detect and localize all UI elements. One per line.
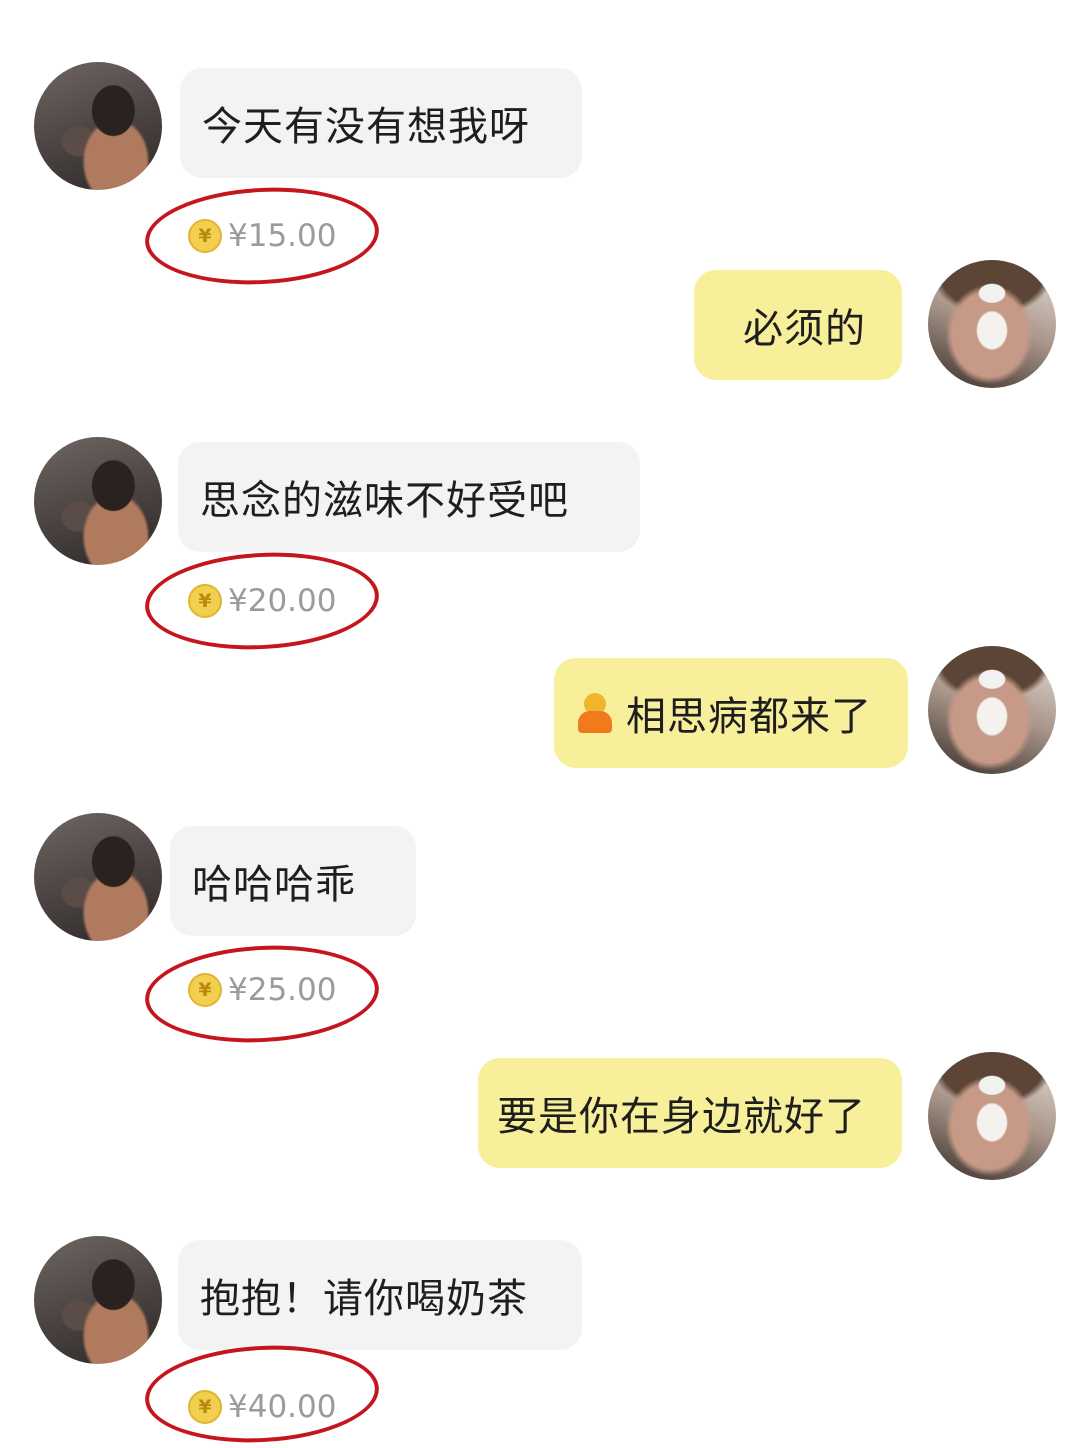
chat-thread: 今天有没有想我呀 ¥ ¥15.00 必须的 思念的滋味不好受吧 ¥ ¥20.00… — [0, 0, 1080, 1448]
incoming-message-bubble[interactable]: 抱抱！请你喝奶茶 — [178, 1240, 582, 1350]
message-text: 相思病都来了 — [626, 694, 872, 740]
message-text: 必须的 — [743, 306, 866, 352]
highlight-circle — [142, 546, 382, 656]
self-avatar[interactable] — [928, 260, 1056, 388]
contact-avatar[interactable] — [34, 62, 162, 190]
outgoing-message-bubble[interactable]: 相思病都来了 — [554, 658, 908, 768]
contact-avatar[interactable] — [34, 437, 162, 565]
outgoing-message-bubble[interactable]: 必须的 — [694, 270, 902, 380]
contact-avatar[interactable] — [34, 1236, 162, 1364]
self-avatar[interactable] — [928, 1052, 1056, 1180]
contact-avatar[interactable] — [34, 813, 162, 941]
outgoing-message-bubble[interactable]: 要是你在身边就好了 — [478, 1058, 902, 1168]
incoming-message-bubble[interactable]: 哈哈哈乖 — [170, 826, 416, 936]
highlight-circle — [142, 181, 382, 291]
person-emoji-icon — [578, 693, 612, 733]
incoming-message-bubble[interactable]: 思念的滋味不好受吧 — [178, 442, 640, 552]
message-text: 抱抱！请你喝奶茶 — [200, 1276, 528, 1322]
message-text: 思念的滋味不好受吧 — [200, 478, 569, 524]
message-text: 今天有没有想我呀 — [202, 104, 530, 150]
highlight-circle — [142, 1339, 382, 1448]
message-text: 要是你在身边就好了 — [497, 1094, 866, 1140]
self-avatar[interactable] — [928, 646, 1056, 774]
highlight-circle — [142, 939, 382, 1049]
incoming-message-bubble[interactable]: 今天有没有想我呀 — [180, 68, 582, 178]
message-text: 哈哈哈乖 — [192, 862, 356, 908]
